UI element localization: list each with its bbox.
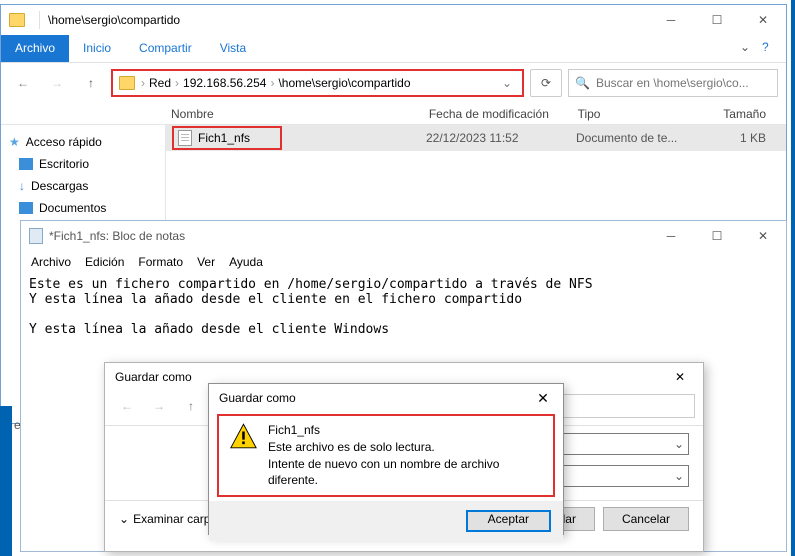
- menu-edicion[interactable]: Edición: [85, 255, 124, 269]
- sidebar-item-quick-access[interactable]: ★ Acceso rápido: [5, 131, 161, 153]
- notepad-icon: [29, 228, 43, 244]
- window-title: *Fich1_nfs: Bloc de notas: [49, 229, 648, 243]
- notepad-titlebar: *Fich1_nfs: Bloc de notas ─ ☐ ✕: [21, 221, 786, 251]
- refresh-button[interactable]: ⟳: [530, 69, 562, 97]
- sidebar-item-label: Escritorio: [39, 157, 89, 171]
- help-icon[interactable]: ?: [762, 40, 780, 58]
- folder-icon: [9, 13, 25, 27]
- notepad-content[interactable]: Este es un fichero compartido en /home/s…: [21, 273, 786, 341]
- documents-icon: [19, 202, 33, 214]
- search-box[interactable]: 🔍: [568, 69, 778, 97]
- file-size: 1 KB: [696, 131, 786, 145]
- sidebar-item-label: Documentos: [39, 201, 106, 215]
- minimize-button[interactable]: ─: [648, 221, 694, 251]
- close-button[interactable]: ✕: [740, 221, 786, 251]
- dialog-title: Guardar como: [115, 370, 192, 384]
- sidebar-item-label: Descargas: [31, 179, 88, 193]
- maximize-button[interactable]: ☐: [694, 5, 740, 35]
- message-filename: Fich1_nfs: [268, 422, 543, 439]
- close-button[interactable]: ✕: [740, 5, 786, 35]
- up-button[interactable]: ↑: [77, 69, 105, 97]
- text-file-icon: [178, 130, 192, 146]
- tab-share[interactable]: Compartir: [125, 35, 206, 62]
- menu-ver[interactable]: Ver: [197, 255, 215, 269]
- column-headers: Nombre Fecha de modificación Tipo Tamaño: [1, 103, 786, 125]
- tab-file[interactable]: Archivo: [1, 35, 69, 62]
- star-icon: ★: [9, 135, 20, 149]
- explorer-titlebar: \home\sergio\compartido ─ ☐ ✕: [1, 5, 786, 35]
- file-type: Documento de te...: [576, 131, 696, 145]
- col-type[interactable]: Tipo: [578, 107, 697, 121]
- close-button[interactable]: ✕: [657, 363, 703, 391]
- address-bar[interactable]: › Red › 192.168.56.254 › \home\sergio\co…: [111, 69, 524, 97]
- file-date: 22/12/2023 11:52: [426, 131, 576, 145]
- ok-button[interactable]: Aceptar: [466, 510, 551, 532]
- chevron-down-icon[interactable]: ⌄: [496, 76, 518, 90]
- col-date[interactable]: Fecha de modificación: [429, 107, 578, 121]
- message-text: Fich1_nfs Este archivo es de solo lectur…: [268, 422, 543, 489]
- col-size[interactable]: Tamaño: [697, 107, 786, 121]
- sidebar-item-documents[interactable]: Documentos: [5, 197, 161, 219]
- search-icon: 🔍: [575, 76, 590, 90]
- up-button[interactable]: ↑: [177, 392, 205, 420]
- desktop-icon: [19, 158, 33, 170]
- forward-button[interactable]: →: [43, 69, 71, 97]
- chevron-down-icon[interactable]: ⌄: [740, 40, 758, 58]
- col-name[interactable]: Nombre: [171, 107, 429, 121]
- file-row[interactable]: Fich1_nfs 22/12/2023 11:52 Documento de …: [166, 125, 786, 151]
- breadcrumb[interactable]: 192.168.56.254: [183, 76, 266, 90]
- message-box: Guardar como ✕ Fich1_nfs Este archivo es…: [208, 383, 564, 535]
- menu-ayuda[interactable]: Ayuda: [229, 255, 263, 269]
- download-icon: ↓: [19, 179, 25, 193]
- window-title: \home\sergio\compartido: [48, 13, 648, 27]
- sidebar-item-label: Acceso rápido: [26, 135, 102, 149]
- cancel-button[interactable]: Cancelar: [603, 507, 689, 531]
- menu-formato[interactable]: Formato: [138, 255, 183, 269]
- tab-home[interactable]: Inicio: [69, 35, 125, 62]
- tab-view[interactable]: Vista: [206, 35, 260, 62]
- dialog-titlebar: Guardar como ✕: [209, 384, 563, 412]
- desktop-background: [0, 406, 12, 556]
- breadcrumb[interactable]: \home\sergio\compartido: [278, 76, 410, 90]
- dialog-title: Guardar como: [219, 391, 296, 405]
- search-input[interactable]: [596, 76, 771, 90]
- chevron-down-icon[interactable]: ⌄: [674, 469, 684, 483]
- maximize-button[interactable]: ☐: [694, 221, 740, 251]
- file-name: Fich1_nfs: [198, 131, 250, 145]
- menu-archivo[interactable]: Archivo: [31, 255, 71, 269]
- sidebar-item-desktop[interactable]: Escritorio: [5, 153, 161, 175]
- chevron-down-icon: ⌄: [119, 512, 129, 526]
- back-button[interactable]: ←: [113, 392, 141, 420]
- network-folder-icon: [119, 76, 135, 90]
- back-button[interactable]: ←: [9, 69, 37, 97]
- navigation-row: ← → ↑ › Red › 192.168.56.254 › \home\ser…: [1, 63, 786, 103]
- close-button[interactable]: ✕: [523, 384, 563, 412]
- warning-icon: [229, 422, 258, 450]
- sidebar-item-downloads[interactable]: ↓ Descargas: [5, 175, 161, 197]
- minimize-button[interactable]: ─: [648, 5, 694, 35]
- forward-button[interactable]: →: [145, 392, 173, 420]
- notepad-menu: Archivo Edición Formato Ver Ayuda: [21, 251, 786, 273]
- ribbon: Archivo Inicio Compartir Vista ⌄ ?: [1, 35, 786, 63]
- breadcrumb[interactable]: Red: [149, 76, 171, 90]
- chevron-down-icon[interactable]: ⌄: [674, 437, 684, 451]
- message-line: Este archivo es de solo lectura.: [268, 439, 543, 456]
- message-line: Intente de nuevo con un nombre de archiv…: [268, 456, 543, 490]
